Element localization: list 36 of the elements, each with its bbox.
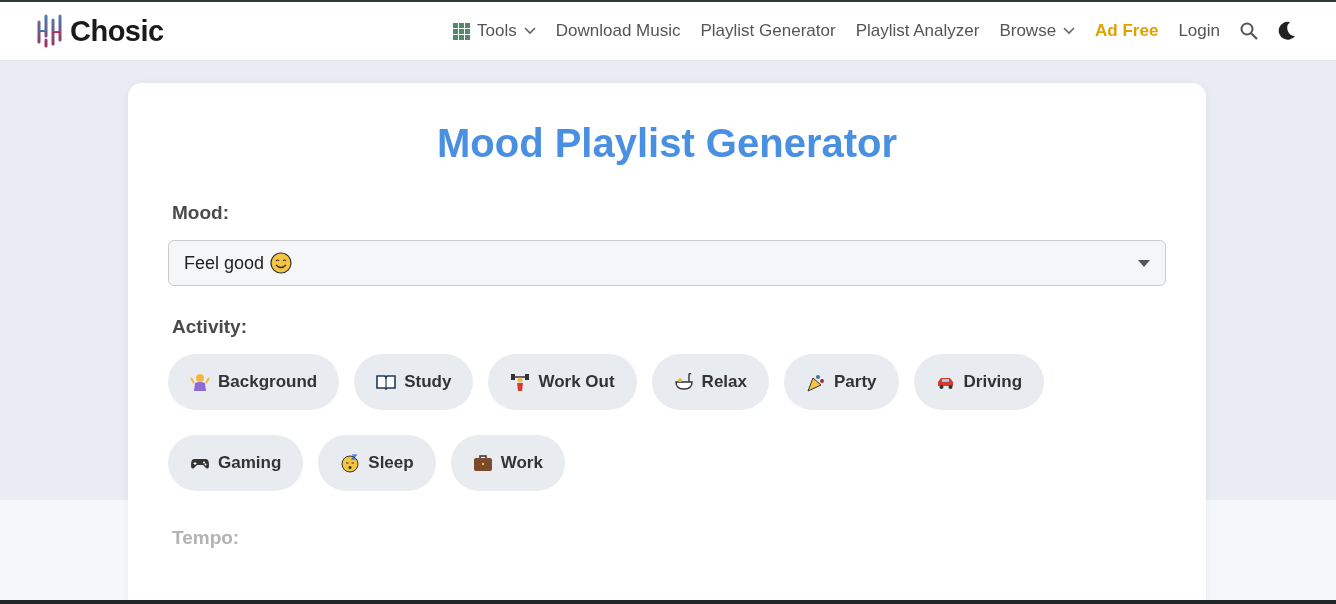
nav-link[interactable]: Browse: [999, 21, 1076, 41]
page-title: Mood Playlist Generator: [435, 121, 899, 166]
nav-link[interactable]: Login: [1178, 21, 1220, 41]
nav-link[interactable]: Download Music: [555, 21, 681, 41]
logo-icon: [36, 14, 64, 48]
brand-name[interactable]: Chosic: [70, 14, 164, 48]
nav-link[interactable]: Playlist Analyzer: [855, 21, 980, 41]
activity-chip[interactable]: Gaming: [168, 435, 304, 491]
mood-select[interactable]: Feel good: [168, 240, 1166, 286]
activity-chip[interactable]: Driving: [913, 354, 1045, 410]
search-icon[interactable]: [1240, 22, 1258, 40]
book-icon: [376, 372, 397, 392]
nav-link[interactable]: Playlist Generator: [700, 21, 836, 41]
party-popper-icon: [806, 372, 826, 392]
moon-icon[interactable]: [1278, 21, 1296, 41]
nav-link[interactable]: Tools: [453, 21, 536, 41]
activity-chip[interactable]: Work Out: [488, 354, 637, 410]
weightlifter-icon: [510, 372, 531, 392]
activity-chip[interactable]: Party: [784, 354, 899, 410]
tempo-label: Tempo:: [172, 527, 241, 549]
chevron-down-icon: [523, 27, 536, 35]
activity-chip[interactable]: Sleep: [318, 435, 436, 491]
mood-label: Mood:: [172, 202, 230, 224]
activity-chip[interactable]: Relax: [651, 354, 769, 410]
sleeping-face-icon: [340, 453, 361, 473]
activity-chip[interactable]: Background: [168, 354, 340, 410]
activity-chip[interactable]: Work: [450, 435, 565, 491]
briefcase-icon: [472, 453, 493, 473]
smiling-face-icon: [270, 252, 293, 274]
activity-label: Activity:: [172, 316, 248, 338]
bathtub-icon: [673, 372, 694, 392]
caret-icon: [1138, 259, 1150, 267]
grid-icon: [453, 22, 471, 40]
person-icon: [190, 372, 210, 392]
chevron-down-icon: [1063, 27, 1076, 35]
activity-chip[interactable]: Study: [354, 354, 474, 410]
